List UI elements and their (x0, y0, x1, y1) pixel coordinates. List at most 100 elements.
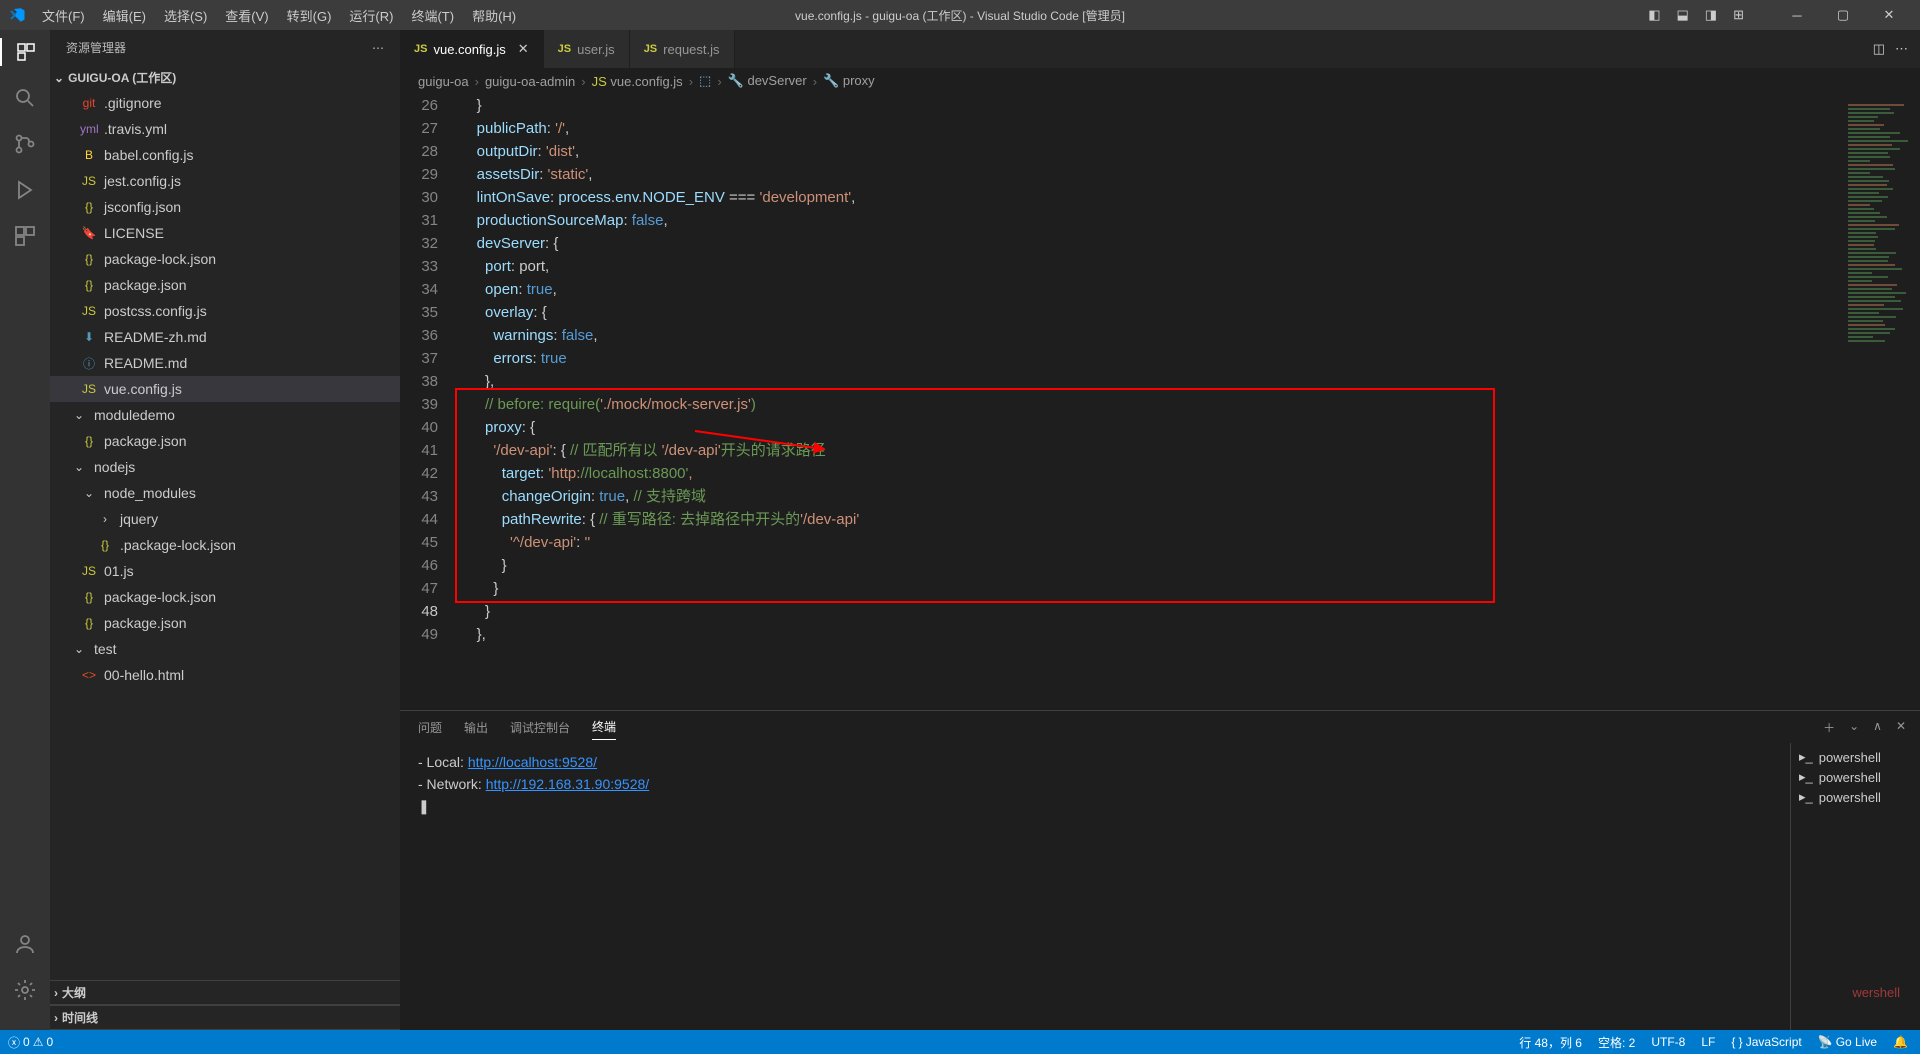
code-line[interactable]: assetsDir: 'static', (460, 163, 1840, 186)
file-item[interactable]: {}package.json (50, 428, 400, 454)
status-bell-icon[interactable]: 🔔 (1893, 1034, 1908, 1051)
minimize-button[interactable]: ─ (1774, 0, 1820, 30)
folder-item[interactable]: ⌄nodejs (50, 454, 400, 480)
folder-item[interactable]: ⌄test (50, 636, 400, 662)
search-icon[interactable] (11, 84, 39, 112)
split-editor-icon[interactable]: ◫ (1873, 41, 1885, 57)
file-item[interactable]: JS01.js (50, 558, 400, 584)
file-item[interactable]: JSvue.config.js (50, 376, 400, 402)
folder-item[interactable]: ⌄node_modules (50, 480, 400, 506)
status-golive[interactable]: 📡 Go Live (1818, 1034, 1877, 1051)
run-debug-icon[interactable] (11, 176, 39, 204)
code-line[interactable]: }, (460, 623, 1840, 646)
editor-tab[interactable]: JSrequest.js (630, 30, 735, 68)
split-terminal-icon[interactable]: ⌄ (1849, 719, 1859, 736)
close-panel-icon[interactable]: ✕ (1896, 719, 1906, 736)
code-line[interactable]: overlay: { (460, 301, 1840, 324)
editor-tab[interactable]: JSuser.js (544, 30, 630, 68)
account-icon[interactable] (11, 930, 39, 958)
minimap[interactable] (1840, 94, 1920, 710)
code-line[interactable]: '^/dev-api': '' (460, 531, 1840, 554)
code-line[interactable]: '/dev-api': { // 匹配所有以 '/dev-api'开头的请求路径 (460, 439, 1840, 462)
settings-gear-icon[interactable] (11, 976, 39, 1004)
code-line[interactable]: errors: true (460, 347, 1840, 370)
maximize-panel-icon[interactable]: ∧ (1873, 719, 1882, 736)
panel-tab-output[interactable]: 输出 (464, 715, 488, 740)
menu-run[interactable]: 运行(R) (341, 2, 401, 29)
code-line[interactable]: } (460, 554, 1840, 577)
layout-grid-icon[interactable]: ⊞ (1727, 3, 1750, 27)
close-button[interactable]: ✕ (1866, 0, 1912, 30)
panel-tab-debug[interactable]: 调试控制台 (510, 715, 570, 740)
code-line[interactable]: port: port, (460, 255, 1840, 278)
file-item[interactable]: JSpostcss.config.js (50, 298, 400, 324)
status-encoding[interactable]: UTF-8 (1651, 1034, 1685, 1051)
code-line[interactable]: target: 'http://localhost:8800', (460, 462, 1840, 485)
sidebar-more-icon[interactable]: ⋯ (372, 41, 384, 55)
file-item[interactable]: {}package.json (50, 610, 400, 636)
file-item[interactable]: <>00-hello.html (50, 662, 400, 688)
code-line[interactable]: } (460, 600, 1840, 623)
workspace-header[interactable]: ⌄ GUIGU-OA (工作区) (50, 65, 400, 90)
breadcrumb-item[interactable]: 🔧 proxy (823, 73, 875, 89)
menu-goto[interactable]: 转到(G) (279, 2, 340, 29)
menu-edit[interactable]: 编辑(E) (95, 2, 154, 29)
menu-help[interactable]: 帮助(H) (464, 2, 524, 29)
panel-tab-problems[interactable]: 问题 (418, 715, 442, 740)
file-item[interactable]: JSjest.config.js (50, 168, 400, 194)
code-line[interactable]: open: true, (460, 278, 1840, 301)
file-item[interactable]: {}.package-lock.json (50, 532, 400, 558)
file-item[interactable]: {}package-lock.json (50, 584, 400, 610)
code-line[interactable]: proxy: { (460, 416, 1840, 439)
code-line[interactable]: outputDir: 'dist', (460, 140, 1840, 163)
code-line[interactable]: productionSourceMap: false, (460, 209, 1840, 232)
explorer-icon[interactable] (0, 38, 50, 66)
timeline-header[interactable]: › 时间线 (50, 1005, 400, 1030)
terminal-instance[interactable]: ▸_powershell (1791, 747, 1920, 767)
folder-item[interactable]: ›jquery (50, 506, 400, 532)
layout-left-icon[interactable]: ◧ (1642, 3, 1666, 27)
file-item[interactable]: {}package-lock.json (50, 246, 400, 272)
file-item[interactable]: git.gitignore (50, 90, 400, 116)
outline-header[interactable]: › 大纲 (50, 980, 400, 1005)
file-item[interactable]: {}jsconfig.json (50, 194, 400, 220)
breadcrumb-item[interactable]: JS vue.config.js (592, 74, 683, 89)
code-line[interactable]: // before: require('./mock/mock-server.j… (460, 393, 1840, 416)
maximize-button[interactable]: ▢ (1820, 0, 1866, 30)
menu-file[interactable]: 文件(F) (34, 2, 93, 29)
terminal-output[interactable]: - Local: http://localhost:9528/ - Networ… (400, 743, 1790, 1030)
extensions-icon[interactable] (11, 222, 39, 250)
layout-right-icon[interactable]: ◨ (1699, 3, 1723, 27)
terminal-link[interactable]: http://192.168.31.90:9528/ (486, 776, 649, 792)
file-item[interactable]: 🔖LICENSE (50, 220, 400, 246)
status-errors[interactable]: ⓧ 0 ⚠ 0 (8, 1034, 53, 1051)
status-lang[interactable]: { } JavaScript (1731, 1034, 1801, 1051)
breadcrumb-item[interactable]: 🔧 devServer (728, 73, 807, 89)
more-actions-icon[interactable]: ⋯ (1895, 41, 1908, 57)
code-line[interactable]: pathRewrite: { // 重写路径: 去掉路径中开头的'/dev-ap… (460, 508, 1840, 531)
breadcrumb[interactable]: guigu-oa›guigu-oa-admin›JS vue.config.js… (400, 68, 1920, 94)
code-editor[interactable]: 2627282930313233343536373839404142434445… (400, 94, 1920, 710)
file-item[interactable]: yml.travis.yml (50, 116, 400, 142)
source-control-icon[interactable] (11, 130, 39, 158)
panel-tab-terminal[interactable]: 终端 (592, 714, 616, 740)
menu-terminal[interactable]: 终端(T) (403, 2, 462, 29)
code-line[interactable]: lintOnSave: process.env.NODE_ENV === 'de… (460, 186, 1840, 209)
file-item[interactable]: Bbabel.config.js (50, 142, 400, 168)
new-terminal-icon[interactable]: ＋ (1823, 719, 1835, 736)
code-line[interactable]: warnings: false, (460, 324, 1840, 347)
file-tree[interactable]: git.gitignoreyml.travis.ymlBbabel.config… (50, 90, 400, 980)
status-spaces[interactable]: 空格: 2 (1598, 1034, 1635, 1051)
file-item[interactable]: ⓘREADME.md (50, 350, 400, 376)
code-line[interactable]: }, (460, 370, 1840, 393)
code-line[interactable]: publicPath: '/', (460, 117, 1840, 140)
code-line[interactable]: } (460, 577, 1840, 600)
breadcrumb-item[interactable]: guigu-oa-admin (485, 74, 575, 89)
status-eol[interactable]: LF (1701, 1034, 1715, 1051)
file-item[interactable]: {}package.json (50, 272, 400, 298)
breadcrumb-item[interactable]: ⬚ (699, 73, 711, 89)
menu-view[interactable]: 查看(V) (217, 2, 276, 29)
code-line[interactable]: } (460, 94, 1840, 117)
layout-bottom-icon[interactable]: ⬓ (1671, 3, 1695, 27)
code-line[interactable]: changeOrigin: true, // 支持跨域 (460, 485, 1840, 508)
